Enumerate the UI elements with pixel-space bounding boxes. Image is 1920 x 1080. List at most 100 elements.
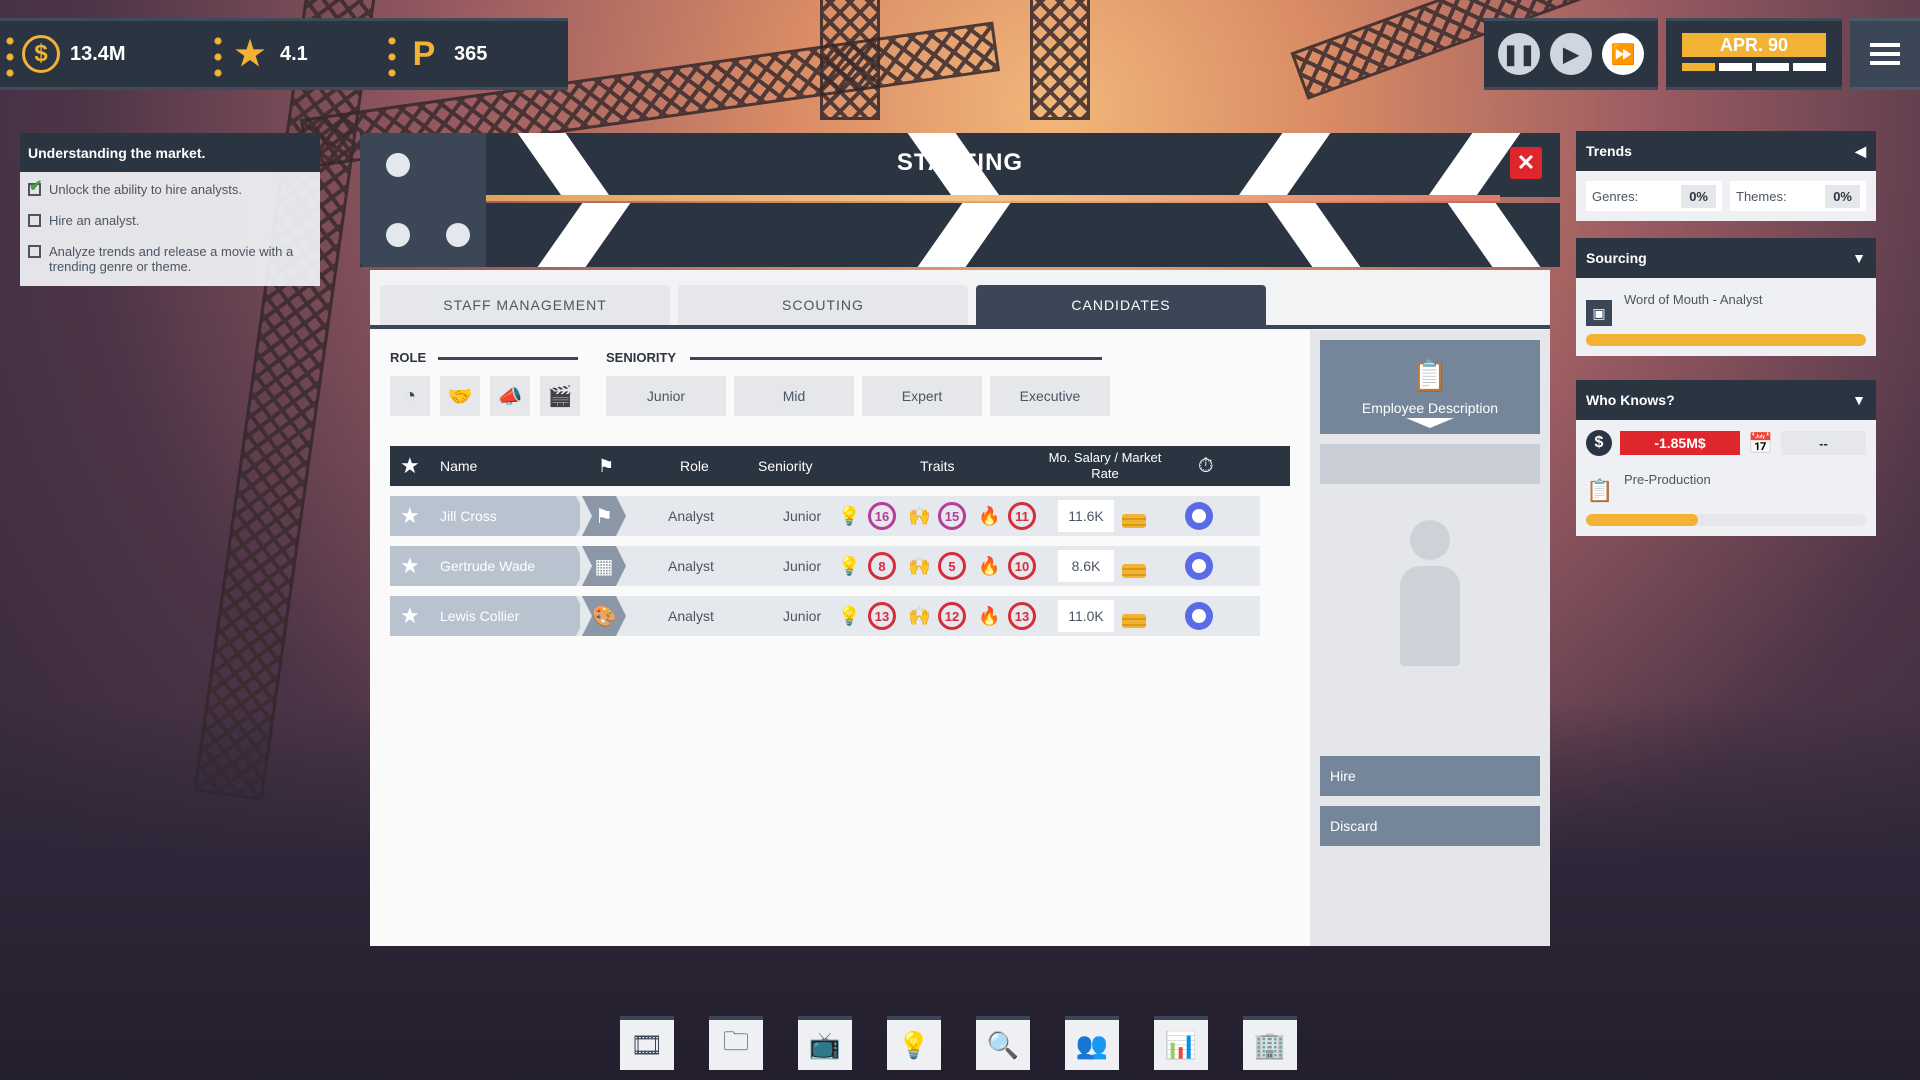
dollar-icon: $: [1586, 430, 1612, 456]
pause-icon: ❚❚: [1502, 43, 1536, 66]
sourcing-item-label: Word of Mouth - Analyst: [1624, 292, 1763, 307]
stats-button[interactable]: 📊: [1154, 1016, 1208, 1070]
trait-value: 13: [1008, 602, 1036, 630]
lightbulb-icon: 💡: [838, 505, 861, 526]
play-button[interactable]: ▶: [1550, 33, 1592, 75]
lightbulb-icon: 💡: [897, 1029, 931, 1060]
person-silhouette-icon: [1400, 520, 1460, 670]
trait-creativity: 💡 8: [838, 546, 896, 586]
tv-button[interactable]: 📺: [798, 1016, 852, 1070]
sourcing-progress: [1586, 334, 1866, 346]
salary-column-header[interactable]: Mo. Salary / Market Rate: [1040, 446, 1170, 486]
candidates-content: ROLE SENIORITY ◔ 🤝 📣 🎬 Junior Mid Expert…: [370, 330, 1310, 946]
candidate-salary: 8.6K: [1058, 550, 1114, 582]
time-controls: ❚❚ ▶ ⏩ APR. 90: [1484, 18, 1920, 90]
fast-forward-button[interactable]: ⏩: [1602, 33, 1644, 75]
role-filter-analyst[interactable]: ◔: [390, 376, 430, 416]
close-button[interactable]: ✕: [1510, 147, 1542, 179]
points-value: 365: [454, 42, 488, 65]
trait-value: 10: [1008, 552, 1036, 580]
ideas-button[interactable]: 💡: [887, 1016, 941, 1070]
tab-staff-management[interactable]: STAFF MANAGEMENT: [380, 285, 670, 325]
candidate-name: Jill Cross: [440, 508, 497, 524]
name-column-header[interactable]: Name: [440, 446, 477, 486]
role-filter-marketing[interactable]: 📣: [490, 376, 530, 416]
hands-icon: 🙌: [908, 605, 931, 626]
tab-candidates[interactable]: CANDIDATES: [976, 285, 1266, 325]
money-value: 13.4M: [70, 42, 126, 65]
trends-header[interactable]: Trends ◀: [1576, 131, 1876, 171]
money-icon: $: [22, 35, 60, 73]
candidate-name-bar: [1320, 444, 1540, 484]
discard-button[interactable]: Discard: [1320, 806, 1540, 846]
candidate-seniority: Junior: [783, 558, 822, 574]
candidate-detail: 📋 Employee Description: [1320, 340, 1540, 484]
trait-value: 8: [868, 552, 896, 580]
marketing-icon: 📣: [497, 385, 523, 408]
favorite-star-icon[interactable]: ★: [400, 596, 420, 636]
monitor-icon: ▣: [1586, 300, 1612, 326]
checkbox-checked-icon: [28, 179, 42, 196]
date-progress: [1682, 63, 1826, 71]
building-icon: 🏢: [1253, 1029, 1287, 1060]
tv-icon: 📺: [808, 1029, 842, 1060]
collapse-left-icon[interactable]: ◀: [1855, 143, 1866, 160]
staff-button[interactable]: 👥: [1065, 1016, 1119, 1070]
calendar-icon: 📅: [1748, 432, 1773, 455]
availability-indicator: [1185, 502, 1213, 530]
close-icon: ✕: [1516, 150, 1536, 175]
role-column-header[interactable]: Role: [680, 446, 709, 486]
employee-description-button[interactable]: 📋 Employee Description: [1320, 340, 1540, 434]
search-button[interactable]: 🔍: [976, 1016, 1030, 1070]
source-header-icon[interactable]: ⚑: [598, 446, 614, 486]
seniority-expert-button[interactable]: Expert: [862, 376, 982, 416]
objective-item: Unlock the ability to hire analysts.: [20, 172, 320, 203]
table-row[interactable]: ★ Jill Cross ⚑ Analyst Junior 💡 16 🙌 15 🔥 1…: [390, 496, 1260, 536]
fast-forward-icon: ⏩: [1610, 43, 1636, 66]
coins-icon: [1122, 614, 1146, 628]
seniority-column-header[interactable]: Seniority: [758, 446, 812, 486]
project-header[interactable]: Who Knows? ▼: [1576, 380, 1876, 420]
candidate-role: Analyst: [668, 508, 714, 524]
objective-item: Analyze trends and release a movie with …: [20, 234, 320, 286]
trait-skill: 🙌 15: [908, 496, 966, 536]
film-button[interactable]: 🎞: [620, 1016, 674, 1070]
themes-label: Themes:: [1736, 188, 1787, 204]
table-row[interactable]: ★ Gertrude Wade ▦ Analyst Junior 💡 8 🙌 5 🔥…: [390, 546, 1260, 586]
role-filter-producer[interactable]: 🤝: [440, 376, 480, 416]
studio-button[interactable]: 🏢: [1243, 1016, 1297, 1070]
project-panel: Who Knows? ▼ $ -1.85M$ 📅 -- 📋 Pre-Produc…: [1576, 380, 1876, 536]
seniority-mid-button[interactable]: Mid: [734, 376, 854, 416]
favorite-star-icon[interactable]: ★: [400, 546, 420, 586]
pause-button[interactable]: ❚❚: [1498, 33, 1540, 75]
table-row[interactable]: ★ Lewis Collier 🎨 Analyst Junior 💡 13 🙌 12…: [390, 596, 1260, 636]
candidate-seniority: Junior: [783, 608, 822, 624]
seniority-junior-button[interactable]: Junior: [606, 376, 726, 416]
lightbulb-icon: 💡: [838, 605, 861, 626]
hire-button[interactable]: Hire: [1320, 756, 1540, 796]
sourcing-header[interactable]: Sourcing ▼: [1576, 238, 1876, 278]
candidate-name: Gertrude Wade: [440, 558, 536, 574]
tab-scouting[interactable]: SCOUTING: [678, 285, 968, 325]
trait-value: 5: [938, 552, 966, 580]
favorite-header-icon[interactable]: ★: [400, 446, 420, 486]
objective-label: Unlock the ability to hire analysts.: [49, 182, 242, 197]
seniority-executive-button[interactable]: Executive: [990, 376, 1110, 416]
chevron-down-icon[interactable]: ▼: [1852, 392, 1866, 408]
project-time: --: [1780, 431, 1866, 455]
date-display: APR. 90: [1666, 18, 1842, 90]
stopwatch-icon[interactable]: ⏱: [1198, 446, 1214, 486]
rating-display: ★ 4.1: [208, 18, 382, 90]
chevron-down-icon[interactable]: ▼: [1852, 250, 1866, 266]
menu-button[interactable]: [1850, 18, 1920, 90]
employee-description-label: Employee Description: [1361, 399, 1499, 416]
availability-indicator: [1185, 552, 1213, 580]
folder-button[interactable]: 🗀: [709, 1016, 763, 1070]
trait-value: 12: [938, 602, 966, 630]
seniority-filter-label: SENIORITY: [606, 350, 677, 365]
play-icon: ▶: [1563, 43, 1579, 66]
money-display: $ 13.4M: [0, 18, 208, 90]
favorite-star-icon[interactable]: ★: [400, 496, 420, 536]
role-filter-director[interactable]: 🎬: [540, 376, 580, 416]
trait-creativity: 💡 13: [838, 596, 896, 636]
